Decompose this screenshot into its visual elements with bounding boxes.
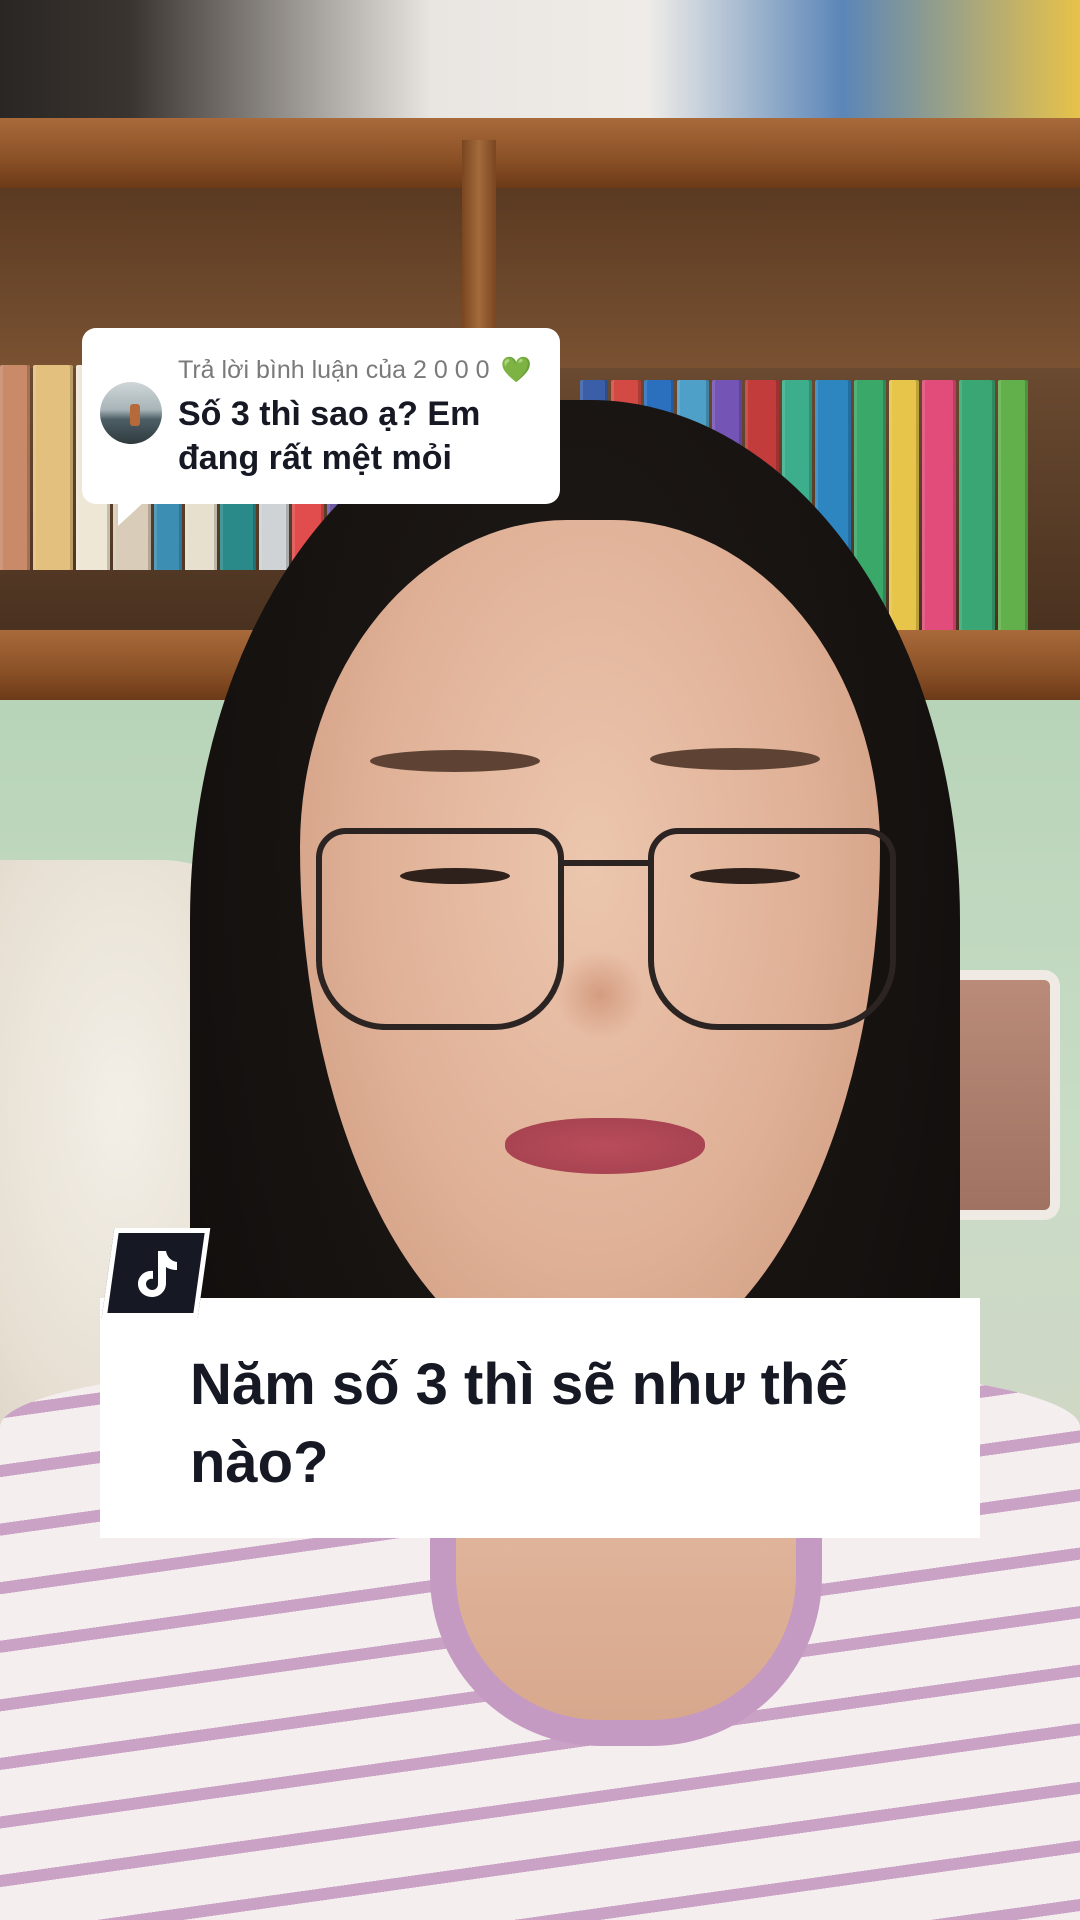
caption-box: Năm số 3 thì sẽ như thế nào? — [100, 1298, 980, 1538]
glasses-bridge — [558, 860, 648, 866]
right-eyebrow — [650, 748, 820, 770]
glasses-right-lens — [648, 828, 896, 1030]
person-lips — [505, 1118, 705, 1174]
reply-comment-text: Số 3 thì sao ạ? Em đang rất mệt mỏi — [178, 395, 481, 477]
reply-header-label: Trả lời bình luận của 2 0 0 0 — [178, 356, 490, 384]
reply-header: Trả lời bình luận của 2 0 0 0 💚 — [178, 356, 532, 385]
left-eyebrow — [370, 750, 540, 772]
commenter-avatar[interactable] — [100, 382, 162, 444]
glasses-left-lens — [316, 828, 564, 1030]
caption-text: Năm số 3 thì sẽ như thế nào? — [190, 1352, 848, 1495]
person-nose — [555, 950, 645, 1040]
tiktok-logo-icon — [113, 1233, 199, 1313]
green-heart-icon: 💚 — [500, 356, 532, 384]
reply-comment-sticker[interactable]: Trả lời bình luận của 2 0 0 0 💚 Số 3 thì… — [82, 328, 560, 526]
shelf-board-top — [0, 118, 1080, 188]
background-top-decor — [0, 0, 1080, 130]
video-frame[interactable]: Trả lời bình luận của 2 0 0 0 💚 Số 3 thì… — [0, 0, 1080, 1920]
tiktok-badge — [101, 1228, 211, 1318]
